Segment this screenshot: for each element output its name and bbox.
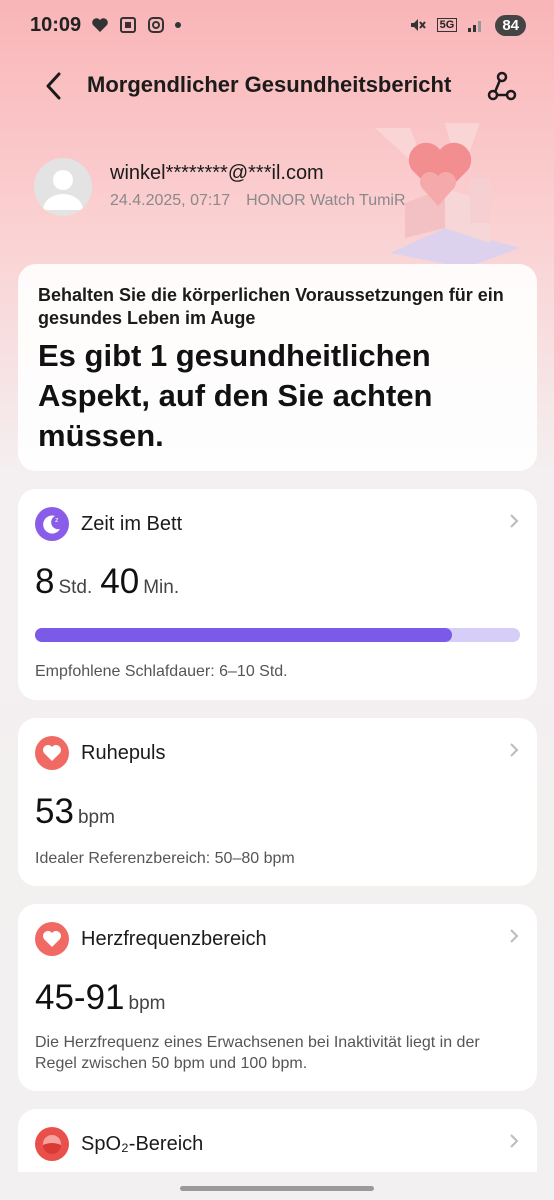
- mute-icon: [409, 16, 427, 34]
- sleep-hours-unit: Std.: [58, 577, 93, 598]
- notification-dot-icon: [175, 22, 182, 28]
- app-bar: Morgendlicher Gesundheitsbericht: [0, 58, 554, 114]
- back-button[interactable]: [36, 68, 72, 104]
- report-date: 24.4.2025, 07:17: [110, 192, 231, 209]
- hr-range-note: Die Herzfrequenz eines Erwachsenen bei I…: [35, 1034, 480, 1072]
- chevron-right-icon: [510, 1134, 519, 1148]
- heart-icon: [35, 736, 69, 770]
- device-name: HONOR Watch TumiR: [246, 192, 406, 209]
- back-arrow-icon: [46, 72, 61, 100]
- avatar[interactable]: [34, 158, 92, 216]
- user-email: winkel********@***il.com: [110, 162, 324, 184]
- network-label: 5G: [436, 18, 458, 32]
- sleep-note: Empfohlene Schlafdauer: 6–10 Std.: [35, 663, 288, 680]
- blood-drop-icon: [35, 1127, 69, 1161]
- moon-icon: z: [35, 507, 69, 541]
- hr-range-value: 45-91: [35, 978, 125, 1017]
- sleep-value: 8 Std. 40 Min.: [35, 562, 187, 602]
- hr-range-card[interactable]: Herzfrequenzbereich 45-91 bpm Die Herzfr…: [18, 904, 537, 1091]
- share-button[interactable]: [482, 66, 522, 106]
- share-icon: [487, 71, 517, 101]
- report-meta: 24.4.2025, 07:17 HONOR Watch TumiR: [110, 192, 406, 210]
- summary-subtitle: Behalten Sie die körperlichen Voraussetz…: [38, 285, 504, 328]
- signal-icon: [467, 17, 485, 33]
- avatar-icon: [43, 170, 83, 210]
- sleep-hours: 8: [35, 562, 55, 601]
- hr-range-value-row: 45-91 bpm: [35, 978, 174, 1018]
- screenshot-status-icon: [119, 16, 137, 34]
- sleep-card[interactable]: z Zeit im Bett 8 Std. 40 Min. Empfohlene…: [18, 489, 537, 700]
- resting-hr-unit: bpm: [77, 807, 115, 828]
- sleep-minutes-unit: Min.: [143, 577, 180, 598]
- resting-hr-card[interactable]: Ruhepuls 53 bpm Idealer Referenzbereich:…: [18, 718, 537, 886]
- resting-hr-value-row: 53 bpm: [35, 792, 123, 832]
- home-indicator[interactable]: [180, 1186, 374, 1191]
- status-time: 10:09: [30, 13, 82, 36]
- hr-range-unit: bpm: [128, 993, 166, 1014]
- heart-icon: [35, 922, 69, 956]
- sleep-progress-fill: [35, 628, 453, 642]
- sleep-title: Zeit im Bett: [81, 512, 183, 535]
- instagram-status-icon: [147, 16, 165, 34]
- sleep-minutes: 40: [100, 562, 140, 601]
- sleep-progress-bar: [35, 628, 520, 642]
- page-title: Morgendlicher Gesundheitsbericht: [87, 72, 452, 97]
- chevron-right-icon: [510, 929, 519, 943]
- resting-hr-note: Idealer Referenzbereich: 50–80 bpm: [35, 850, 295, 867]
- summary-headline: Es gibt 1 gesundheitlichen Aspekt, auf d…: [38, 338, 433, 453]
- user-info: winkel********@***il.com 24.4.2025, 07:1…: [34, 158, 534, 218]
- battery-indicator: 84: [495, 14, 526, 36]
- chevron-right-icon: [510, 514, 519, 528]
- status-bar: 10:09 5G 84: [0, 0, 554, 50]
- svg-text:z: z: [55, 517, 59, 524]
- summary-card: Behalten Sie die körperlichen Voraussetz…: [18, 264, 537, 471]
- resting-hr-value: 53: [35, 792, 74, 831]
- heart-status-icon: [91, 17, 109, 33]
- chevron-right-icon: [510, 743, 519, 757]
- spo2-title: SpO₂-Bereich: [81, 1132, 204, 1155]
- resting-hr-title: Ruhepuls: [81, 741, 166, 764]
- hr-range-title: Herzfrequenzbereich: [81, 927, 267, 950]
